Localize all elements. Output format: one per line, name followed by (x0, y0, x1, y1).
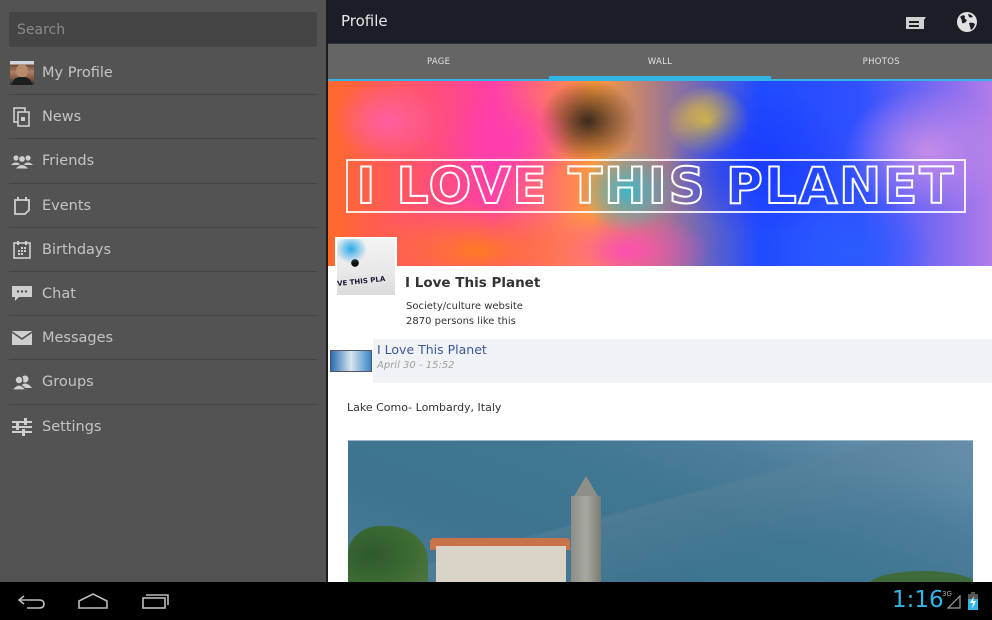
nav-item-label: Birthdays (42, 241, 112, 258)
nav-item-label: My Profile (42, 65, 113, 82)
home-icon[interactable] (77, 590, 109, 612)
nav-item-label: Chat (42, 286, 76, 303)
nav-item-label: Settings (42, 418, 102, 435)
nav-list: My Profile News Friends Events Birthdays (0, 51, 326, 449)
tab-bar: PAGE WALL PHOTOS (328, 43, 992, 80)
nav-item-events[interactable]: Events (0, 184, 326, 228)
nav-item-settings[interactable]: Settings (0, 405, 326, 449)
nav-item-friends[interactable]: Friends (0, 139, 326, 184)
messages-icon (10, 326, 34, 350)
tab-label: WALL (647, 57, 673, 67)
nav-item-label: News (42, 109, 82, 126)
nav-item-label: Events (42, 197, 92, 214)
chat-icon (10, 282, 34, 306)
battery-icon (968, 592, 978, 610)
cover-photo[interactable]: I LOVE THIS PLANET (328, 81, 992, 266)
page-avatar[interactable]: VE THIS PLA (335, 237, 397, 297)
signal-icon (946, 594, 961, 609)
nav-item-news[interactable]: News (0, 95, 326, 140)
page-title: Profile (341, 12, 388, 30)
nav-item-my-profile[interactable]: My Profile (0, 51, 326, 96)
system-navigation-bar (0, 582, 992, 620)
nav-item-label: Friends (42, 153, 95, 170)
back-icon[interactable] (16, 590, 48, 612)
page-likes-count: 2870 persons like this (406, 316, 516, 327)
tab-page[interactable]: PAGE (328, 44, 549, 80)
nav-item-chat[interactable]: Chat (0, 272, 326, 317)
post-text: Lake Como- Lombardy, Italy (347, 401, 502, 414)
photo-trees (348, 526, 428, 582)
events-icon (10, 194, 34, 218)
settings-icon (10, 415, 34, 439)
post-author-avatar[interactable] (328, 339, 373, 383)
action-bar: Profile (328, 0, 992, 43)
post-header: I Love This Planet April 30 - 15:52 (328, 339, 992, 383)
profile-photo (10, 61, 34, 86)
nav-item-groups[interactable]: Groups (0, 360, 326, 405)
page-category: Society/culture website (406, 301, 523, 312)
photo-villa (436, 546, 566, 582)
tab-wall[interactable]: WALL (549, 44, 771, 80)
news-icon (10, 105, 34, 129)
post-author-thumbnail (330, 350, 372, 372)
tab-label: PAGE (426, 57, 451, 67)
post-photo[interactable] (348, 440, 973, 582)
main-content: Profile PAGE WALL PHOTOS I LOVE THIS PLA… (328, 0, 992, 582)
post-author-link[interactable]: I Love This Planet (377, 342, 487, 357)
photo-trees-right (868, 571, 973, 582)
nav-item-messages[interactable]: Messages (0, 316, 326, 361)
search-box[interactable] (9, 12, 317, 47)
avatar (10, 61, 34, 86)
post-timestamp: April 30 - 15:52 (377, 360, 455, 371)
globe-icon[interactable] (956, 11, 978, 33)
groups-icon (10, 370, 34, 394)
tab-label: PHOTOS (862, 57, 900, 67)
nav-item-birthdays[interactable]: Birthdays (0, 228, 326, 273)
friends-icon (10, 149, 34, 173)
photo-tower-spire (573, 476, 599, 498)
status-clock: 1:16 (892, 587, 944, 613)
nav-drawer: My Profile News Friends Events Birthdays (0, 0, 326, 582)
nav-item-label: Messages (42, 330, 114, 347)
birthdays-icon (10, 238, 34, 262)
tab-photos[interactable]: PHOTOS (771, 44, 992, 80)
nav-item-label: Groups (42, 374, 94, 391)
page-avatar-caption: VE THIS PLA (337, 274, 386, 289)
page-info: VE THIS PLA I Love This Planet Society/c… (328, 237, 992, 339)
cover-banner-text: I LOVE THIS PLANET (356, 156, 956, 216)
compose-icon[interactable] (905, 11, 927, 33)
recent-apps-icon[interactable] (140, 590, 172, 612)
page-avatar-image: VE THIS PLA (337, 239, 395, 295)
photo-bell-tower (571, 496, 601, 582)
search-input[interactable] (9, 12, 317, 47)
page-name: I Love This Planet (405, 275, 541, 291)
post-body: Lake Como- Lombardy, Italy (328, 383, 992, 582)
